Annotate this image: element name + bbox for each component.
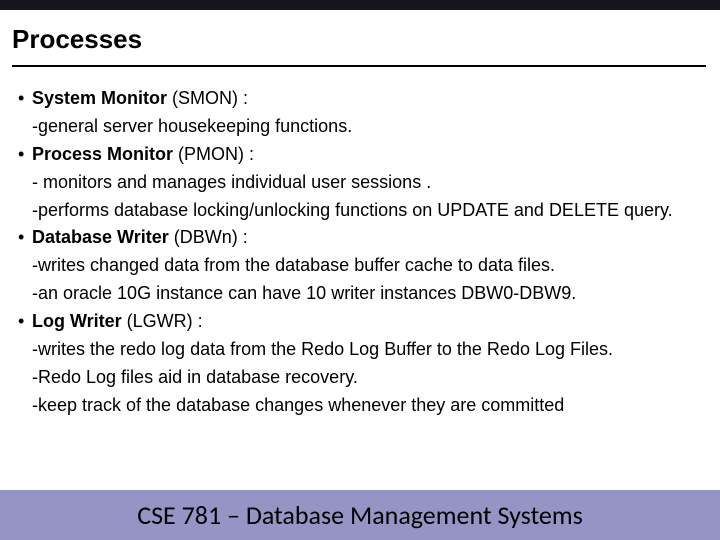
bullet-dot: • [18, 85, 32, 113]
item-head-bold: Database Writer [32, 227, 169, 247]
item-line: -performs database locking/unlocking fun… [18, 197, 702, 225]
item-head-bold: Log Writer [32, 311, 122, 331]
bullet-dot: • [18, 224, 32, 252]
item-line: -Redo Log files aid in database recovery… [18, 364, 702, 392]
item-line: -an oracle 10G instance can have 10 writ… [18, 280, 702, 308]
item-line: -writes the redo log data from the Redo … [18, 336, 702, 364]
item-head-rest: (SMON) : [167, 88, 248, 108]
item-line: -general server housekeeping functions. [18, 113, 702, 141]
list-item: • Process Monitor (PMON) : [18, 141, 702, 169]
item-head-rest: (PMON) : [173, 144, 254, 164]
slide: Processes • System Monitor (SMON) : -gen… [0, 0, 720, 540]
item-line: -writes changed data from the database b… [18, 252, 702, 280]
list-item: • System Monitor (SMON) : [18, 85, 702, 113]
item-head-bold: Process Monitor [32, 144, 173, 164]
item-line: - monitors and manages individual user s… [18, 169, 702, 197]
item-head-bold: System Monitor [32, 88, 167, 108]
list-item: • Log Writer (LGWR) : [18, 308, 702, 336]
bullet-dot: • [18, 308, 32, 336]
title-block: Processes [0, 10, 720, 67]
footer-bar: CSE 781 – Database Management Systems [0, 490, 720, 540]
item-line: -keep track of the database changes when… [18, 392, 702, 420]
slide-title: Processes [12, 24, 708, 55]
item-head-rest: (LGWR) : [122, 311, 203, 331]
top-accent-bar [0, 0, 720, 10]
list-item: • Database Writer (DBWn) : [18, 224, 702, 252]
item-head-rest: (DBWn) : [169, 227, 248, 247]
body-content: • System Monitor (SMON) : -general serve… [0, 67, 720, 420]
bullet-dot: • [18, 141, 32, 169]
footer-text: CSE 781 – Database Management Systems [137, 499, 583, 531]
